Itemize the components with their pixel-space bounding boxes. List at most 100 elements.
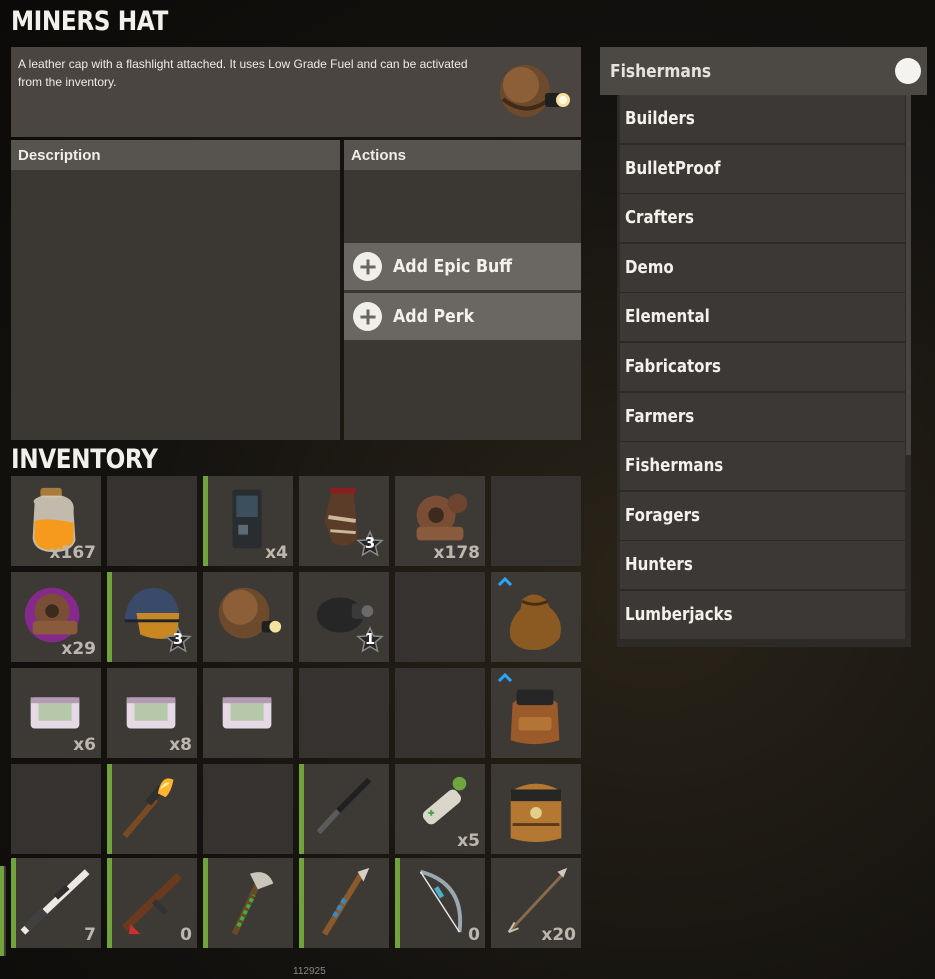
item-count: x4	[265, 543, 288, 563]
dropdown-option-label: Fabricators	[625, 357, 721, 377]
dropdown-option-elemental[interactable]: Elemental	[620, 293, 905, 342]
add-epic-buff-label: Add Epic Buff	[393, 256, 513, 277]
inventory-slot-battery[interactable]: x4	[203, 476, 293, 566]
dropdown-option-lumberjacks[interactable]: Lumberjacks	[620, 591, 905, 639]
dropdown-option-demo[interactable]: Demo	[620, 243, 905, 292]
dropdown-option-label: BulletProof	[625, 158, 721, 179]
inventory-slot-empty[interactable]	[395, 572, 485, 662]
inventory-slot-medical-syringe[interactable]: x5	[395, 764, 485, 854]
dropdown-option-label: Demo	[625, 257, 674, 278]
supply-crate-small-icon	[222, 697, 272, 729]
condition-bar	[107, 764, 112, 854]
dropdown-option-label: Hunters	[625, 555, 693, 576]
inventory-slot-assault-rifle[interactable]: 0	[107, 858, 197, 948]
condition-bar	[395, 858, 400, 948]
inventory-slot-gears-scrap-epic[interactable]: x29	[11, 572, 101, 662]
item-info-box: A leather cap with a flashlight attached…	[11, 47, 581, 137]
inventory-slot-low-grade-fuel-jar[interactable]: x167	[11, 476, 101, 566]
item-count: 0	[468, 925, 480, 945]
miners-hat-icon	[218, 587, 282, 639]
dropdown-option-hunters[interactable]: Hunters	[620, 541, 905, 590]
inventory-slot-sniper-rifle[interactable]: 7	[11, 858, 101, 948]
team-dropdown-list: Builders BulletProof Crafters Demo Elemental…	[617, 95, 911, 647]
inventory-slot-miners-hat[interactable]	[203, 572, 293, 662]
plus-icon	[353, 302, 382, 331]
dropdown-option-foragers[interactable]: Foragers	[620, 491, 905, 540]
inventory-slot-riot-helmet[interactable]: 3	[107, 572, 197, 662]
dropdown-option-label: Crafters	[625, 208, 694, 229]
sniper-rifle-icon	[20, 869, 90, 935]
inventory-slot-gears-scrap[interactable]: x178	[395, 476, 485, 566]
inventory-slot-supply-crate-small[interactable]: x8	[107, 668, 197, 758]
footer-id: 112925	[293, 966, 326, 977]
add-epic-buff-button[interactable]: Add Epic Buff	[344, 243, 581, 290]
inventory-slot-empty[interactable]	[203, 764, 293, 854]
inventory-slot-hunting-bow[interactable]: 0	[395, 858, 485, 948]
inventory-slot-combat-knife[interactable]	[299, 764, 389, 854]
dropdown-scrollbar[interactable]	[906, 95, 911, 455]
inventory-slot-supply-crate-small[interactable]: x6	[11, 668, 101, 758]
item-count: 7	[84, 925, 96, 945]
dropdown-option-label: Farmers	[625, 406, 695, 427]
inventory-offscreen-slot	[0, 866, 6, 956]
add-perk-label: Add Perk	[393, 306, 475, 327]
dropdown-option-label: Lumberjacks	[625, 605, 733, 625]
inventory-slot-empty[interactable]	[107, 476, 197, 566]
inventory-slot-empty[interactable]	[491, 476, 581, 566]
item-title: MINERS HAT	[11, 6, 168, 37]
inventory-slot-loot-bag[interactable]	[491, 572, 581, 662]
combat-knife-icon	[316, 777, 372, 835]
add-perk-button[interactable]: Add Perk	[344, 293, 581, 340]
hunting-bow-icon	[419, 869, 463, 933]
toggle-knob-icon[interactable]	[895, 58, 921, 84]
condition-bar	[203, 476, 208, 566]
condition-bar	[11, 858, 16, 948]
miners-hat-icon	[500, 65, 570, 117]
description-panel: Description	[11, 140, 340, 440]
item-count: x167	[49, 543, 96, 563]
team-dropdown[interactable]: Fishermans	[600, 47, 927, 95]
item-count: x5	[457, 831, 480, 851]
star-level: 3	[172, 630, 184, 648]
dropdown-option-label: Fishermans	[625, 456, 724, 477]
dropdown-option-farmers[interactable]: Farmers	[620, 392, 905, 441]
dropdown-option-label: Elemental	[625, 307, 710, 328]
item-count: 0	[180, 925, 192, 945]
backpack-large-icon	[510, 783, 562, 843]
inventory-slot-spear[interactable]	[299, 858, 389, 948]
upgrade-arrow-icon	[497, 576, 513, 586]
inventory-slot-empty[interactable]	[395, 668, 485, 758]
inventory-slot-empty[interactable]	[299, 668, 389, 758]
inventory-slot-backpack-medium[interactable]	[491, 668, 581, 758]
actions-panel: Actions Add Epic Buff Add Perk	[344, 140, 581, 440]
inventory-slot-bone-armor-leg[interactable]: 3	[299, 476, 389, 566]
description-header: Description	[11, 140, 340, 170]
backpack-medium-icon	[510, 689, 560, 745]
star-level: 3	[364, 534, 376, 552]
item-count: x20	[541, 925, 576, 945]
inventory-slot-empty[interactable]	[11, 764, 101, 854]
dropdown-option-bulletproof[interactable]: BulletProof	[620, 144, 905, 193]
spear-icon	[322, 867, 370, 936]
assault-rifle-icon	[122, 872, 182, 935]
inventory-slot-stone-hatchet[interactable]	[203, 858, 293, 948]
inventory-slot-supply-crate-small[interactable]	[203, 668, 293, 758]
item-count: x8	[169, 735, 192, 755]
dropdown-option-fishermans[interactable]: Fishermans	[620, 442, 905, 491]
inventory-slot-arrow[interactable]: x20	[491, 858, 581, 948]
inventory-slot-torch[interactable]	[107, 764, 197, 854]
condition-bar	[203, 858, 208, 948]
condition-bar	[107, 858, 112, 948]
team-dropdown-selected: Fishermans	[610, 60, 712, 82]
dropdown-option-crafters[interactable]: Crafters	[620, 194, 905, 243]
star-level: 1	[364, 630, 376, 648]
dropdown-option-builders[interactable]: Builders	[620, 95, 905, 143]
item-count: x178	[433, 543, 480, 563]
stone-hatchet-icon	[231, 872, 274, 936]
item-description: A leather cap with a flashlight attached…	[18, 57, 468, 89]
dropdown-option-fabricators[interactable]: Fabricators	[620, 343, 905, 391]
inventory-slot-backpack-large[interactable]	[491, 764, 581, 854]
condition-bar	[299, 858, 304, 948]
dropdown-option-label: Foragers	[625, 505, 700, 526]
inventory-slot-headlamp-diving-mask[interactable]: 1	[299, 572, 389, 662]
